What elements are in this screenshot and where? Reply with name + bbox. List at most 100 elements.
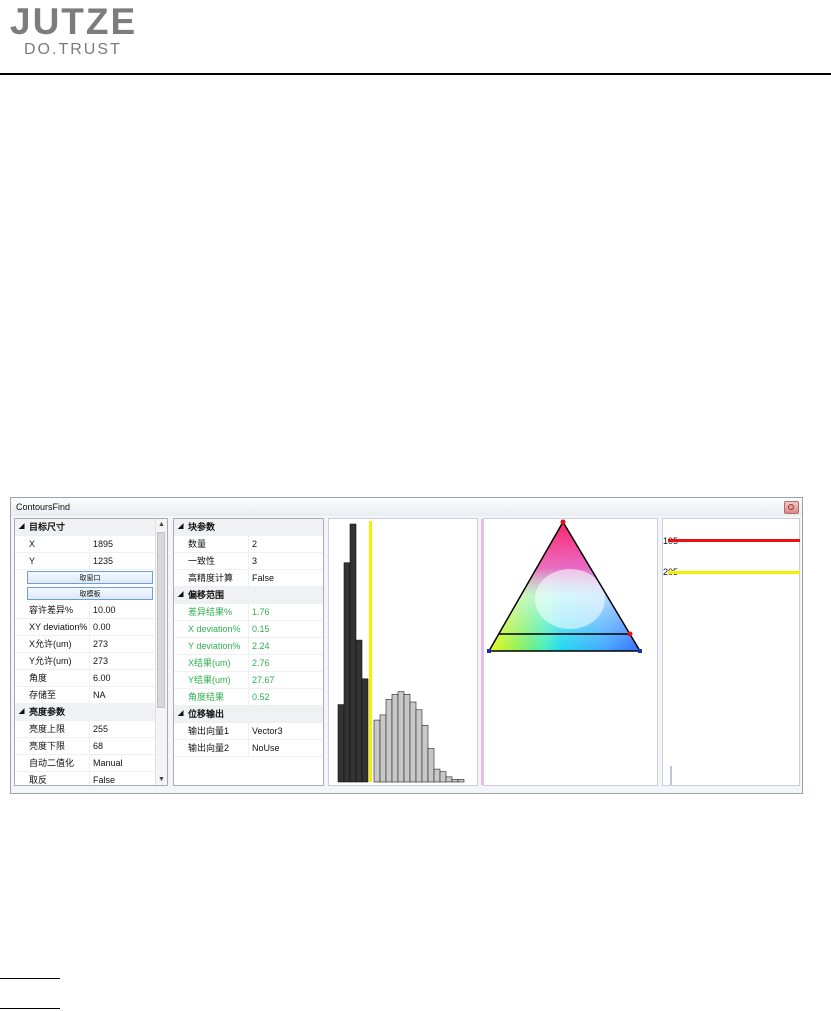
property-row[interactable]: 输出向量1 Vector3	[174, 723, 323, 740]
color-triangle[interactable]	[484, 519, 657, 785]
property-value[interactable]: Manual	[93, 755, 123, 771]
grid-action-button[interactable]: 取窗口	[27, 571, 153, 584]
close-icon	[788, 504, 794, 510]
property-value[interactable]: 0.00	[93, 619, 111, 635]
property-row[interactable]: XY deviation% 0.00	[15, 619, 167, 636]
property-label: X结果(um)	[188, 658, 231, 668]
property-value[interactable]: 0.52	[252, 689, 270, 705]
column-divider	[248, 672, 249, 688]
column-divider	[89, 721, 90, 737]
property-label: 差异结果%	[188, 607, 233, 617]
property-row[interactable]: 取反 False	[15, 772, 167, 785]
property-row[interactable]: 角度 6.00	[15, 670, 167, 687]
property-row[interactable]: 亮度下限 68	[15, 738, 167, 755]
scroll-up-icon[interactable]: ▲	[158, 521, 165, 528]
histogram-bar-light	[445, 776, 453, 783]
histogram-bar-dark	[343, 562, 351, 783]
collapse-icon[interactable]: ◢	[19, 704, 24, 720]
property-label: X	[29, 539, 36, 549]
property-row[interactable]: X允许(um) 273	[15, 636, 167, 653]
column-divider	[248, 655, 249, 671]
property-row[interactable]: 自动二值化 Manual	[15, 755, 167, 772]
property-value[interactable]: 2	[252, 536, 257, 552]
property-row[interactable]: 容许差异% 10.00	[15, 602, 167, 619]
property-row[interactable]: Y 1235	[15, 553, 167, 570]
category-row[interactable]: ◢ 位移输出	[174, 706, 323, 723]
property-row[interactable]: Y deviation% 2.24	[174, 638, 323, 655]
property-value[interactable]: Vector3	[252, 723, 283, 739]
property-value[interactable]: 10.00	[93, 602, 116, 618]
logo-tagline: DO.TRUST	[24, 41, 122, 58]
scroll-down-icon[interactable]: ▼	[158, 776, 165, 783]
grid-action-button[interactable]: 取模板	[27, 587, 153, 600]
property-label: 角度结果	[188, 692, 225, 702]
triangle-handle-right	[627, 631, 633, 637]
column-divider	[89, 636, 90, 652]
property-value[interactable]: 273	[93, 653, 108, 669]
property-label: Y允许(um)	[29, 656, 72, 666]
collapse-icon[interactable]: ◢	[178, 519, 183, 535]
property-row[interactable]: 输出向量2 NoUse	[174, 740, 323, 757]
window-close-button[interactable]	[784, 501, 799, 514]
property-value[interactable]: 3	[252, 553, 257, 569]
property-value[interactable]: 273	[93, 636, 108, 652]
collapse-icon[interactable]: ◢	[19, 519, 24, 535]
histogram-bar-light	[457, 779, 465, 783]
property-label: 亮度上限	[29, 724, 66, 734]
property-row[interactable]: 角度结果 0.52	[174, 689, 323, 706]
property-label: 亮度下限	[29, 741, 66, 751]
scroll-thumb[interactable]	[157, 532, 165, 708]
collapse-icon[interactable]: ◢	[178, 706, 183, 722]
property-value[interactable]: False	[93, 772, 115, 785]
histogram-bar-light	[427, 748, 435, 783]
property-row[interactable]: X deviation% 0.15	[174, 621, 323, 638]
property-value[interactable]: 1.76	[252, 604, 270, 620]
property-label: Y	[29, 556, 36, 566]
property-grid-scrollbar[interactable]: ▲ ▼	[155, 519, 167, 785]
lower-threshold-line[interactable]	[668, 571, 800, 574]
column-divider	[89, 670, 90, 686]
category-row[interactable]: ◢ 目标尺寸	[15, 519, 167, 536]
property-value[interactable]: 0.15	[252, 621, 270, 637]
property-row[interactable]: 差异结果% 1.76	[174, 604, 323, 621]
property-label: 数量	[188, 539, 207, 549]
category-row[interactable]: ◢ 亮度参数	[15, 704, 167, 721]
triangle-handle-left	[487, 649, 491, 653]
histogram-bar-dark	[337, 704, 345, 783]
property-row[interactable]: Y允许(um) 273	[15, 653, 167, 670]
property-label: 高精度计算	[188, 573, 234, 583]
category-row[interactable]: ◢ 偏移范围	[174, 587, 323, 604]
column-divider	[248, 689, 249, 705]
property-value[interactable]: NA	[93, 687, 106, 703]
property-label: 输出向量1	[188, 726, 230, 736]
property-row[interactable]: 亮度上限 255	[15, 721, 167, 738]
collapse-icon[interactable]: ◢	[178, 587, 183, 603]
histogram-bar-dark	[361, 678, 369, 783]
property-label: X允许(um)	[29, 639, 72, 649]
histogram-bar-light	[403, 693, 411, 783]
property-value[interactable]: 68	[93, 738, 103, 754]
position-marker	[670, 766, 672, 785]
upper-threshold-line[interactable]	[668, 539, 800, 542]
property-value[interactable]: 27.67	[252, 672, 275, 688]
property-row[interactable]: 一致性 3	[174, 553, 323, 570]
property-row[interactable]: X结果(um) 2.76	[174, 655, 323, 672]
property-row[interactable]: 高精度计算 False	[174, 570, 323, 587]
property-row[interactable]: 存储至 NA	[15, 687, 167, 704]
column-divider	[248, 553, 249, 569]
property-value[interactable]: 255	[93, 721, 108, 737]
column-divider	[89, 602, 90, 618]
histogram-bar-light	[409, 701, 417, 783]
property-label: 容许差异%	[29, 605, 74, 615]
property-value[interactable]: False	[252, 570, 274, 586]
property-value[interactable]: NoUse	[252, 740, 280, 756]
property-value[interactable]: 1235	[93, 553, 113, 569]
property-row[interactable]: Y结果(um) 27.67	[174, 672, 323, 689]
property-value[interactable]: 2.76	[252, 655, 270, 671]
property-row[interactable]: 数量 2	[174, 536, 323, 553]
property-value[interactable]: 1895	[93, 536, 113, 552]
property-row[interactable]: X 1895	[15, 536, 167, 553]
category-row[interactable]: ◢ 块参数	[174, 519, 323, 536]
property-value[interactable]: 2.24	[252, 638, 270, 654]
property-value[interactable]: 6.00	[93, 670, 111, 686]
